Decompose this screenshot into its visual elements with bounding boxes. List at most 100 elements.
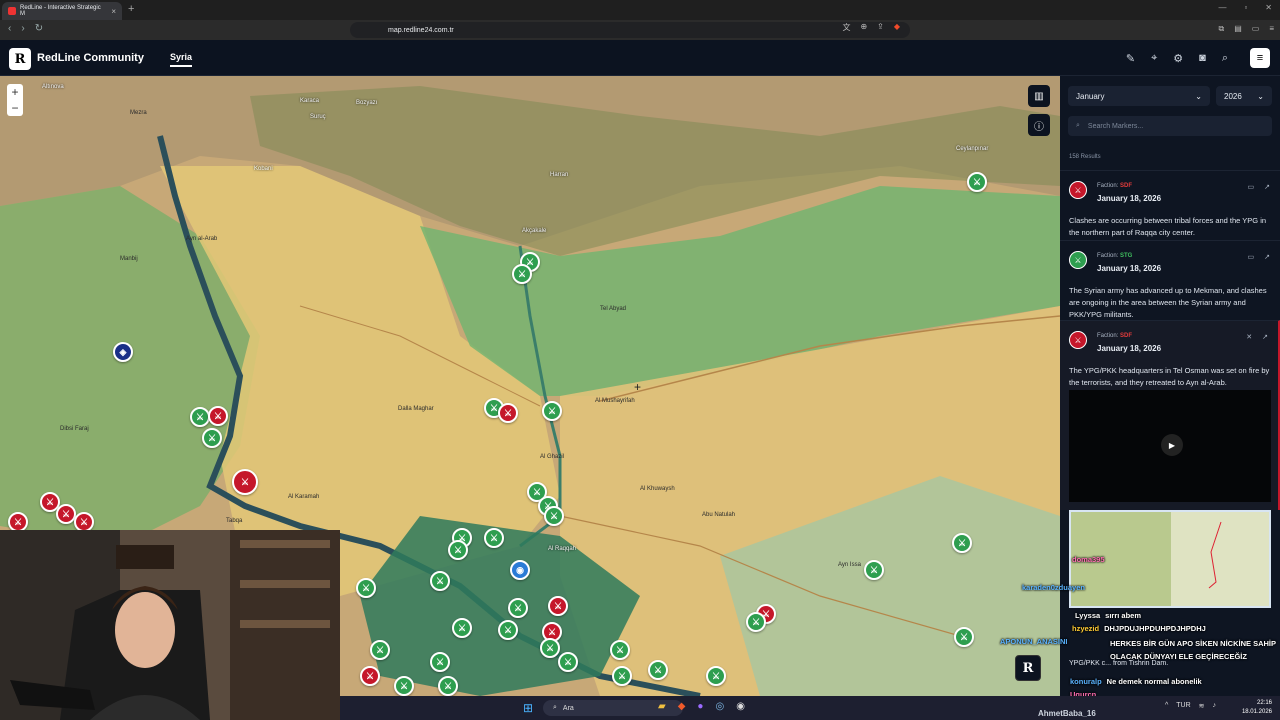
map-marker-stg[interactable]: ⚔ (370, 640, 390, 660)
address-bar[interactable]: map.redline24.com.tr (350, 22, 910, 38)
sidebar-icon[interactable]: ▤ (1234, 24, 1242, 34)
map-marker-stg[interactable]: ⚔ (612, 666, 632, 686)
close-tab-icon[interactable]: × (111, 7, 116, 16)
map-info-button[interactable]: ⓘ (1028, 114, 1050, 136)
map-marker-stg[interactable]: ⚔ (452, 618, 472, 638)
marker-item[interactable]: ⚔ Faction: SDF January 18, 2026 ▭ ↗ Clas… (1060, 170, 1280, 240)
map-marker-sdf[interactable]: ⚔ (74, 512, 94, 532)
search-icon[interactable]: ⌕ (1222, 52, 1228, 65)
settings-icon[interactable]: ⚙ (1173, 52, 1183, 65)
wifi-icon[interactable]: ≋ (1199, 702, 1205, 710)
chat-message: hzyezid DHJPDUJHPDUHPDJHPDHJ (1072, 624, 1206, 633)
place-label: Suruç (310, 114, 326, 120)
zoom-icon[interactable]: ⊕ (860, 22, 867, 33)
map-marker-stg[interactable]: ⚔ (356, 578, 376, 598)
shield-icon[interactable]: ◆ (894, 22, 900, 33)
external-link-icon[interactable]: ↗ (1264, 183, 1270, 191)
new-tab-button[interactable]: + (128, 3, 134, 15)
external-link-icon[interactable]: ↗ (1264, 253, 1270, 261)
map-marker-stg[interactable]: ⚔ (952, 533, 972, 553)
brave-browser-icon[interactable]: ◆ (678, 701, 686, 712)
map-layers-button[interactable]: ▥ (1028, 85, 1050, 107)
map-marker-stg[interactable]: ⚔ (484, 528, 504, 548)
file-explorer-icon[interactable]: ▰ (658, 701, 666, 712)
map-marker-sdf[interactable]: ⚔ (8, 512, 28, 532)
map-marker-stg[interactable]: ⚔ (448, 540, 468, 560)
map-marker-gov[interactable]: ◈ (113, 342, 133, 362)
map-marker-stg[interactable]: ⚔ (542, 401, 562, 421)
zoom-in-button[interactable]: + (7, 84, 23, 100)
map-marker-sdf[interactable]: ⚔ (56, 504, 76, 524)
marker-item[interactable]: ⚔ Faction: STG January 18, 2026 ▭ ↗ The … (1060, 240, 1280, 320)
chat-username: konuralp (1070, 677, 1102, 686)
hamburger-menu-button[interactable]: ≡ (1250, 48, 1270, 68)
map-marker-sdf[interactable]: ⚔ (360, 666, 380, 686)
browser-tab[interactable]: RedLine - Interactive Strategic M × (2, 2, 122, 20)
place-label: Abu Natulah (702, 512, 736, 518)
map-marker-stg[interactable]: ⚔ (967, 172, 987, 192)
video-player[interactable]: ▶ (1069, 390, 1271, 502)
language-indicator[interactable]: TUR (1176, 702, 1190, 710)
redline-logo[interactable]: R (9, 48, 31, 70)
marker-search-input[interactable]: ⌕ Search Markers... (1068, 116, 1272, 136)
external-link-icon[interactable]: ↗ (1262, 333, 1268, 341)
map-marker-stg[interactable]: ⚔ (540, 638, 560, 658)
video-icon[interactable]: ▭ (1248, 183, 1255, 191)
map-marker-stg[interactable]: ⚔ (558, 652, 578, 672)
minimize-icon[interactable]: — (1218, 3, 1226, 12)
location-pin-icon[interactable]: ⌖ (1151, 52, 1157, 65)
map-marker-stg[interactable]: ⚔ (706, 666, 726, 686)
map-marker-sdf[interactable]: ⚔ (232, 469, 258, 495)
back-icon[interactable]: ‹ (8, 23, 11, 34)
map-marker-announcement[interactable]: ◉ (510, 560, 530, 580)
draw-icon[interactable]: ✎ (1126, 52, 1135, 65)
reload-icon[interactable]: ↻ (35, 23, 43, 34)
extensions-icon[interactable]: ⧉ (1218, 24, 1224, 34)
place-label: Akçakale (522, 228, 547, 234)
brand-name[interactable]: RedLine Community (37, 52, 144, 64)
year-select[interactable]: 2026 ⌄ (1216, 86, 1272, 106)
translate-icon[interactable]: 文 (842, 22, 850, 33)
close-icon[interactable]: ✕ (1246, 333, 1252, 341)
map-marker-stg[interactable]: ⚔ (746, 612, 766, 632)
map-marker-sdf[interactable]: ⚔ (498, 403, 518, 423)
chat-message: APONUN_ANASINI (1000, 637, 1073, 646)
map-marker-stg[interactable]: ⚔ (498, 620, 518, 640)
tab-syria[interactable]: Syria (170, 52, 193, 67)
forward-icon[interactable]: › (21, 23, 24, 34)
map-marker-stg[interactable]: ⚔ (430, 571, 450, 591)
zoom-out-button[interactable]: − (7, 100, 23, 116)
camera-icon[interactable]: ◙ (1199, 52, 1206, 65)
month-select[interactable]: January ⌄ (1068, 86, 1210, 106)
wallet-icon[interactable]: ▭ (1252, 24, 1260, 34)
map-marker-stg[interactable]: ⚔ (202, 428, 222, 448)
map-marker-stg[interactable]: ⚔ (438, 676, 458, 696)
play-icon[interactable]: ▶ (1161, 434, 1183, 456)
maximize-icon[interactable]: ▫ (1244, 3, 1247, 12)
windows-taskbar: ⊞ ⌕ Ara ▰ ◆ ● ◎ ◉ ^ TUR ≋ ♪ 22:16 18.01.… (340, 696, 1280, 720)
map-marker-sdf[interactable]: ⚔ (548, 596, 568, 616)
map-marker-stg[interactable]: ⚔ (954, 627, 974, 647)
map-marker-sdf[interactable]: ⚔ (208, 406, 228, 426)
close-window-icon[interactable]: ✕ (1265, 3, 1272, 12)
map-marker-stg[interactable]: ⚔ (544, 506, 564, 526)
map-marker-stg[interactable]: ⚔ (394, 676, 414, 696)
share-icon[interactable]: ⇪ (877, 22, 884, 33)
map-marker-stg[interactable]: ⚔ (648, 660, 668, 680)
video-icon[interactable]: ▭ (1248, 253, 1255, 261)
map-marker-stg[interactable]: ⚔ (190, 407, 210, 427)
chevron-up-icon[interactable]: ^ (1165, 702, 1168, 710)
volume-icon[interactable]: ♪ (1213, 702, 1217, 710)
map-marker-stg[interactable]: ⚔ (430, 652, 450, 672)
obs-icon[interactable]: ◉ (736, 701, 745, 712)
redline-badge: R (1015, 655, 1041, 681)
map-marker-stg[interactable]: ⚔ (508, 598, 528, 618)
map-marker-stg[interactable]: ⚔ (864, 560, 884, 580)
windows-start-icon[interactable]: ⊞ (523, 701, 533, 715)
map-marker-stg[interactable]: ⚔ (512, 264, 532, 284)
browser-menu-icon[interactable]: ≡ (1269, 24, 1274, 34)
clock[interactable]: 22:16 18.01.2026 (1242, 699, 1272, 717)
steam-icon[interactable]: ◎ (715, 701, 724, 712)
discord-icon[interactable]: ● (697, 701, 703, 712)
map-marker-stg[interactable]: ⚔ (610, 640, 630, 660)
